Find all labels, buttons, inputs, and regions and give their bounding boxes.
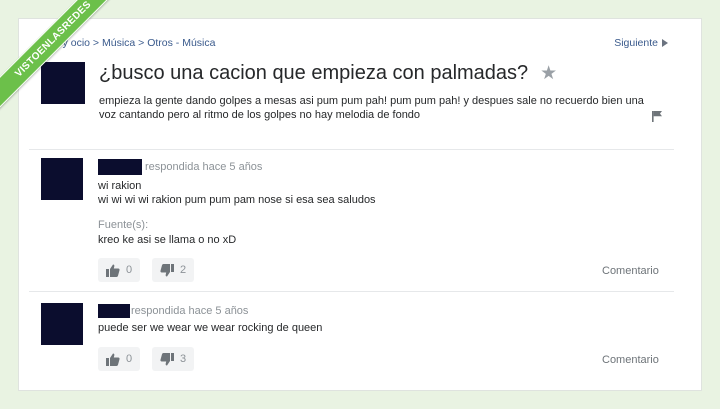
question-title-row: ¿busco una cacion que empieza con palmad… <box>99 62 557 85</box>
answer-text-line: wi rakion <box>98 180 142 192</box>
thumbs-up-icon <box>106 264 120 277</box>
divider <box>29 149 674 150</box>
answer-text-line: puede ser we wear we wear rocking de que… <box>98 322 323 334</box>
flag-icon[interactable] <box>651 110 663 122</box>
upvote-count: 0 <box>126 264 133 276</box>
breadcrumb[interactable]: sica y ocio > Música > Otros - Música <box>41 37 215 49</box>
star-icon[interactable]: ★ <box>540 64 557 83</box>
answerer-avatar[interactable] <box>41 303 83 345</box>
question-body: empieza la gente dando golpes a mesas as… <box>99 95 644 121</box>
question-title: ¿busco una cacion que empieza con palmad… <box>99 62 529 84</box>
comment-link[interactable]: Comentario <box>602 265 659 277</box>
downvote-button[interactable]: 2 <box>152 258 195 282</box>
divider <box>29 291 674 292</box>
downvote-count: 2 <box>180 264 187 276</box>
next-label: Siguiente <box>614 37 658 49</box>
chevron-right-icon <box>662 39 668 47</box>
thumbs-up-icon <box>106 353 120 366</box>
upvote-button[interactable]: 0 <box>98 347 141 371</box>
thumbs-down-icon <box>160 263 174 276</box>
answerer-avatar[interactable] <box>41 158 83 200</box>
upvote-button[interactable]: 0 <box>98 258 141 282</box>
answer-meta: respondida hace 5 años <box>145 161 263 173</box>
downvote-button[interactable]: 3 <box>152 347 195 371</box>
source-label: Fuente(s): <box>98 219 149 231</box>
answer-text-line: wi wi wi wi rakion pum pum pam nose si e… <box>98 194 376 206</box>
source-text: kreo ke asi se llama o no xD <box>98 234 237 246</box>
comment-link[interactable]: Comentario <box>602 354 659 366</box>
thumbs-down-icon <box>160 352 174 365</box>
downvote-count: 3 <box>180 353 187 365</box>
next-question-link[interactable]: Siguiente <box>614 37 668 49</box>
upvote-count: 0 <box>126 353 133 365</box>
answerer-name-redacted[interactable] <box>98 304 130 318</box>
answer-meta: respondida hace 5 años <box>131 305 249 317</box>
answerer-name-redacted[interactable] <box>98 159 142 175</box>
asker-avatar[interactable] <box>41 62 85 104</box>
